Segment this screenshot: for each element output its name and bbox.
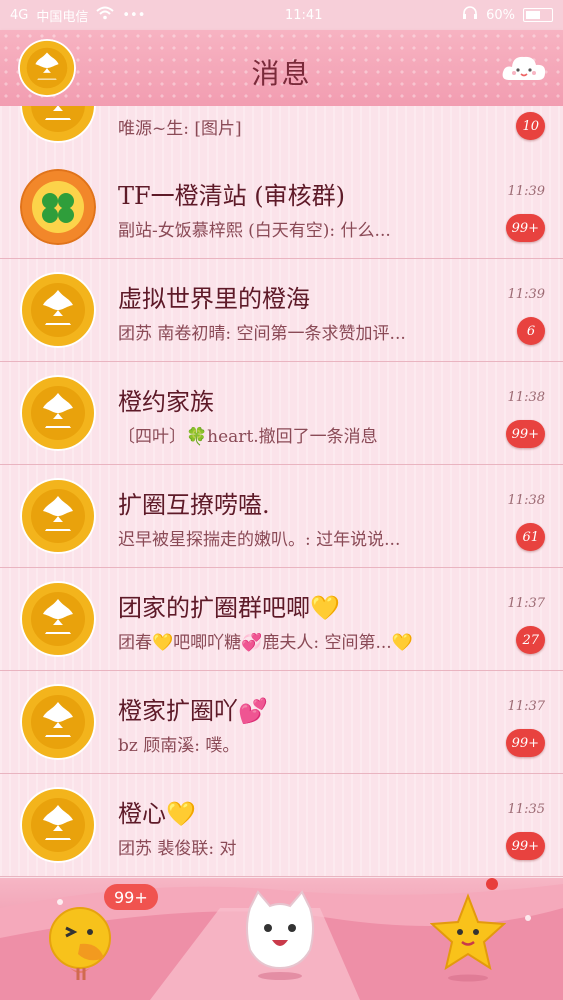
chat-time: 11:35 — [507, 802, 545, 817]
chat-list[interactable]: 唯源~生: [图片] 10 TF一橙清站 (审核群) 副站-女饭慕梓熙 (白天有空):… — [0, 106, 563, 878]
chat-row[interactable]: 唯源~生: [图片] 10 — [0, 106, 563, 157]
chat-name: TF一橙清站 (审核群) — [118, 182, 346, 210]
battery-icon — [522, 8, 553, 22]
chat-preview: 团苏 裴俊联: 对 — [118, 839, 237, 859]
messages-unread-badge: 99+ — [104, 884, 158, 910]
chat-row[interactable]: 团家的扩圈群吧唧💛 团春💛吧唧吖糖💞鹿夫人: 空间第...💛 11:37 27 — [0, 568, 563, 671]
messages-tab-duck-icon[interactable] — [40, 894, 120, 984]
unread-badge: 6 — [517, 317, 545, 345]
chat-time: 11:39 — [507, 184, 545, 199]
status-bar: 4G 中国电信 ••• 11:41 60% — [0, 0, 563, 30]
battery-percent: 60% — [486, 7, 515, 23]
chat-row[interactable]: 扩圈互撩唠嗑. 迟早被星探揣走的嫩叭。: 过年说说... 11:38 61 — [0, 465, 563, 568]
chat-avatar[interactable] — [20, 106, 96, 143]
unread-badge: 99+ — [505, 832, 545, 860]
unread-badge: 10 — [516, 112, 545, 140]
unread-badge: 99+ — [505, 729, 545, 757]
chat-preview: 团春💛吧唧吖糖💞鹿夫人: 空间第...💛 — [118, 633, 413, 653]
network-indicator: 4G — [10, 7, 29, 23]
chat-preview: 〔四叶〕🍀heart.撤回了一条消息 — [118, 427, 378, 447]
chat-row[interactable]: 橙约家族〔四叶〕🍀heart.撤回了一条消息 11:38 99+ — [0, 362, 563, 465]
carrier-name: 中国电信 — [36, 9, 89, 25]
unread-badge: 99+ — [505, 420, 545, 448]
chat-time: 11:38 — [507, 390, 545, 405]
unread-badge: 99+ — [505, 214, 545, 242]
chat-avatar[interactable] — [20, 684, 96, 760]
chat-preview: bz 顾南溪: 噗。 — [118, 736, 240, 756]
page-title: 消息 — [251, 57, 312, 90]
chat-preview: 迟早被星探揣走的嫩叭。: 过年说说... — [118, 530, 401, 550]
chat-time: 11:39 — [507, 287, 545, 302]
discover-tab-star-icon[interactable] — [430, 892, 506, 982]
headset-icon — [462, 6, 478, 24]
bottom-nav: 99+ — [0, 878, 563, 1000]
chat-row[interactable]: 橙心💛 团苏 裴俊联: 对 11:35 99+ — [0, 774, 563, 877]
chat-row[interactable]: 橙家扩圈吖💕 bz 顾南溪: 噗。 11:37 99+ — [0, 671, 563, 774]
chat-avatar[interactable] — [20, 272, 96, 348]
chat-name: 橙约家族 — [118, 388, 214, 416]
more-icon: ••• — [122, 7, 146, 23]
chat-preview: 副站-女饭慕梓熙 (白天有空): 什么... — [118, 221, 391, 241]
wifi-icon — [96, 6, 115, 24]
chat-time: 11:38 — [507, 493, 545, 508]
chat-name: 橙家扩圈吖💕 — [118, 697, 268, 725]
discover-notification-dot — [486, 878, 498, 890]
chat-avatar[interactable] — [20, 169, 96, 245]
chat-name: 团家的扩圈群吧唧💛 — [118, 594, 340, 622]
chat-avatar[interactable] — [20, 478, 96, 554]
chat-preview: 团苏 南卷初晴: 空间第一条求赞加评... — [118, 324, 406, 344]
chat-preview: 唯源~生: [图片] — [118, 119, 242, 139]
chat-avatar[interactable] — [20, 581, 96, 657]
chat-name: 扩圈互撩唠嗑. — [118, 491, 270, 519]
unread-badge: 27 — [516, 626, 545, 654]
chat-avatar[interactable] — [20, 787, 96, 863]
chat-name: 虚拟世界里的橙海 — [118, 285, 310, 313]
chat-name: 橙心💛 — [118, 800, 196, 828]
chat-avatar[interactable] — [20, 375, 96, 451]
unread-badge: 61 — [516, 523, 545, 551]
chat-time: 11:37 — [507, 596, 545, 611]
contacts-tab-cat-icon[interactable] — [240, 888, 320, 982]
chat-row[interactable]: 虚拟世界里的橙海团苏 南卷初晴: 空间第一条求赞加评... 11:39 6 — [0, 259, 563, 362]
cloud-icon[interactable] — [501, 50, 547, 84]
app-header: 消息 — [0, 30, 563, 106]
chat-row[interactable]: TF一橙清站 (审核群) 副站-女饭慕梓熙 (白天有空): 什么... 11:39 9… — [0, 156, 563, 259]
chat-time: 11:37 — [507, 699, 545, 714]
clock: 11:41 — [285, 7, 323, 23]
